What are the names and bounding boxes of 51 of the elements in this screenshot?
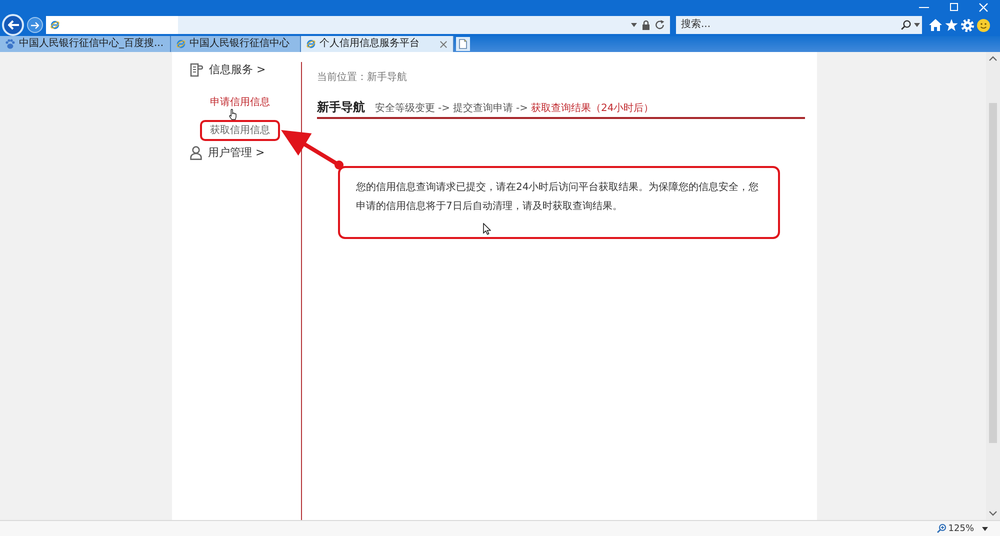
- step-label: 安全等级变更: [375, 102, 435, 116]
- submenu-item[interactable]: 申请信用信息: [210, 95, 270, 111]
- close-icon[interactable]: [440, 40, 447, 48]
- hand-cursor-icon: [229, 109, 237, 120]
- page-icon: [458, 39, 467, 49]
- search-icon: [901, 20, 911, 30]
- back-button[interactable]: [2, 14, 24, 36]
- document-icon: [190, 63, 203, 77]
- chevron-up-icon[interactable]: [989, 56, 997, 61]
- smiley-icon[interactable]: [977, 18, 990, 32]
- paw-icon: [5, 39, 15, 49]
- zoom-level[interactable]: 125%: [948, 522, 974, 534]
- search-field[interactable]: 搜索...: [676, 16, 898, 34]
- home-icon[interactable]: [929, 19, 942, 31]
- step-separator: ->: [438, 102, 450, 116]
- settings-icon[interactable]: [961, 18, 974, 32]
- caret-icon[interactable]: [982, 526, 988, 530]
- maximize-icon[interactable]: [950, 3, 958, 11]
- chevron-down-icon[interactable]: [989, 511, 997, 516]
- search-button[interactable]: [898, 16, 922, 34]
- scrollbar-thumb[interactable]: [989, 103, 997, 443]
- menu-item[interactable]: 信息服务 >: [209, 62, 266, 78]
- forward-button[interactable]: [27, 17, 43, 33]
- new-tab-button[interactable]: [456, 37, 470, 51]
- scrollbar-track[interactable]: [986, 52, 1000, 520]
- guide-title: 新手导航: [317, 100, 365, 114]
- browser-tab[interactable]: 个人信用信息服务平台: [300, 36, 454, 52]
- zoom-icon[interactable]: [937, 524, 946, 533]
- notice-text: 您的信用信息查询请求已提交，请在24小时后访问平台获取结果。为保障您的信息安全，您申请的信用信息将于7日后自动清理，请及时获取查询结果。: [356, 180, 760, 214]
- caret-icon[interactable]: [914, 23, 920, 27]
- browser-logo-icon: [50, 20, 60, 30]
- browser-logo-icon: [306, 39, 316, 49]
- step-separator: ->: [516, 102, 528, 116]
- browser-logo-icon: [176, 39, 186, 49]
- step-label: 提交查询申请: [453, 102, 513, 116]
- menu-item[interactable]: 用户管理 >: [208, 145, 265, 161]
- minimize-icon[interactable]: [919, 6, 929, 8]
- step-label: 获取查询结果（24小时后）: [531, 102, 654, 116]
- address-field[interactable]: [46, 16, 670, 34]
- arrow-left-icon: [8, 20, 18, 30]
- caret-icon[interactable]: [631, 23, 637, 27]
- browser-tab[interactable]: 中国人民银行征信中心_百度搜...: [0, 36, 171, 52]
- arrow-right-icon: [31, 22, 39, 28]
- user-icon: [190, 146, 202, 160]
- star-icon[interactable]: [945, 19, 958, 31]
- lock-icon: [642, 20, 650, 30]
- breadcrumb: 当前位置：新手导航: [317, 71, 407, 85]
- pointer-cursor-icon: [483, 223, 491, 235]
- submenu-item[interactable]: 获取信用信息: [210, 124, 270, 137]
- browser-tab[interactable]: 中国人民银行征信中心: [170, 36, 301, 52]
- refresh-icon[interactable]: [655, 20, 665, 30]
